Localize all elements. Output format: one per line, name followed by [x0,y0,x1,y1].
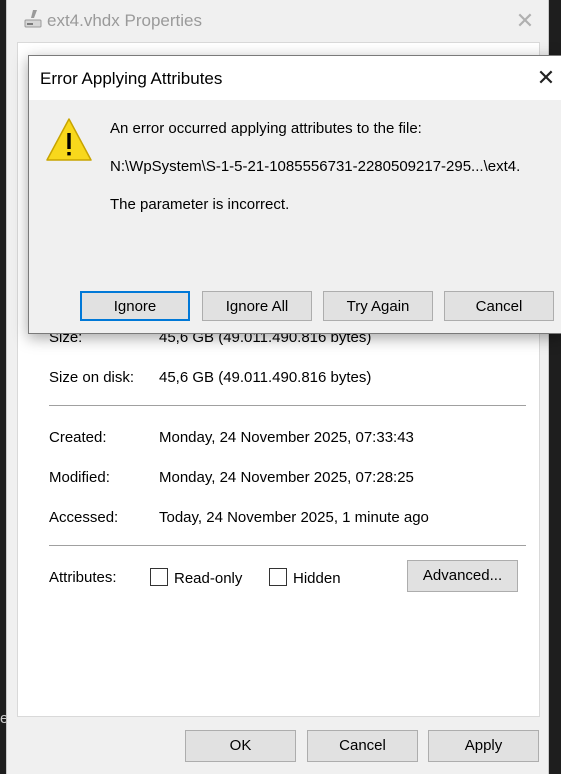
cancel-button[interactable]: Cancel [307,730,418,762]
error-reason: The parameter is incorrect. [110,196,290,213]
error-dialog-titlebar[interactable]: Error Applying Attributes ✕ [29,56,561,100]
ok-button[interactable]: OK [185,730,296,762]
cancel-button[interactable]: Cancel [444,291,554,321]
readonly-label: Read-only [174,570,243,587]
accessed-value: Today, 24 November 2025, 1 minute ago [159,509,429,526]
error-dialog-title: Error Applying Attributes [40,69,223,88]
modified-value: Monday, 24 November 2025, 07:28:25 [159,469,414,486]
error-file-path: N:\WpSystem\S-1-5-21-1085556731-22805092… [110,158,521,175]
error-dialog: Error Applying Attributes ✕ An error occ… [28,55,561,334]
hidden-checkbox[interactable] [269,568,287,586]
apply-button[interactable]: Apply [428,730,539,762]
advanced-button[interactable]: Advanced... [407,560,518,592]
created-label: Created: [49,429,107,446]
divider [49,405,526,406]
created-value: Monday, 24 November 2025, 07:33:43 [159,429,414,446]
close-icon[interactable]: ✕ [513,9,537,33]
divider [49,545,526,546]
attributes-label: Attributes: [49,569,117,586]
ignore-all-button[interactable]: Ignore All [202,291,312,321]
size-on-disk-label: Size on disk: [49,369,135,386]
properties-titlebar[interactable]: ext4.vhdx Properties ✕ [7,0,548,42]
close-icon[interactable]: ✕ [534,66,558,90]
error-message: An error occurred applying attributes to… [110,120,422,137]
properties-title: ext4.vhdx Properties [47,11,202,30]
size-on-disk-value: 45,6 GB (49.011.490.816 bytes) [159,369,372,386]
drive-icon [23,8,43,30]
readonly-checkbox[interactable] [150,568,168,586]
try-again-button[interactable]: Try Again [323,291,433,321]
hidden-label: Hidden [293,570,341,587]
warning-icon [45,116,93,164]
ignore-button[interactable]: Ignore [80,291,190,321]
accessed-label: Accessed: [49,509,119,526]
modified-label: Modified: [49,469,110,486]
